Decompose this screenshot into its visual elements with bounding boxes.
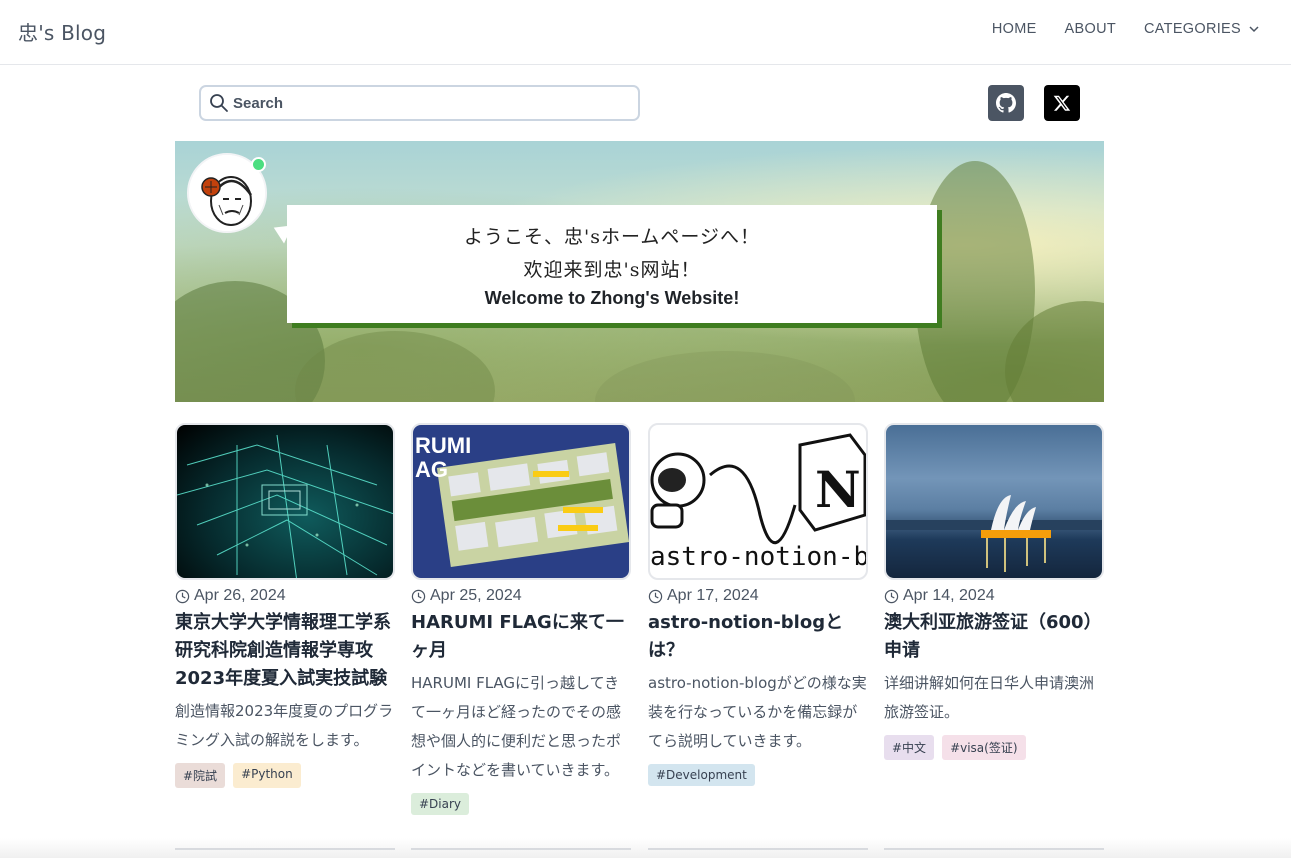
nav-categories-dropdown[interactable]: CATEGORIES: [1144, 21, 1259, 37]
post-title[interactable]: astro-notion-blogとは？: [648, 609, 868, 665]
post-thumbnail[interactable]: [175, 423, 395, 580]
x-icon: [1053, 95, 1071, 111]
tag-chip[interactable]: #visa(签证): [942, 735, 1026, 760]
post-card[interactable]: RUMI AG Apr 25, 2024 HARUMI FLAGに来て一ヶ月 H…: [411, 423, 631, 815]
svg-text:RUMI: RUMI: [415, 433, 471, 458]
search-box[interactable]: [199, 85, 640, 121]
post-description: 創造情報2023年度夏のプログラミング入試の解説をします。: [175, 702, 394, 749]
github-button[interactable]: [988, 85, 1024, 121]
post-card[interactable]: Apr 14, 2024 澳大利亚旅游签证（600）申请 详细讲解如何在日华人申…: [884, 423, 1104, 760]
post-date: Apr 17, 2024: [648, 587, 868, 605]
post-date-text: Apr 17, 2024: [667, 587, 759, 604]
post-tags: #Diary: [411, 793, 631, 815]
github-icon: [996, 93, 1016, 113]
top-navbar: 忠's Blog HOME ABOUT CATEGORIES: [0, 0, 1291, 65]
bottom-fade: [0, 838, 1291, 858]
harumi-flag-map-image: RUMI AG: [415, 433, 629, 568]
post-description: HARUMI FLAGに引っ越してきて一ヶ月ほど経ったのでその感想や個人的に便利…: [411, 674, 622, 779]
post-thumbnail[interactable]: N astro-notion-bl: [648, 423, 868, 580]
welcome-english: Welcome to Zhong's Website!: [484, 288, 740, 308]
clock-icon: [884, 589, 899, 603]
post-date-text: Apr 26, 2024: [194, 587, 286, 604]
svg-text:astro-notion-bl: astro-notion-bl: [650, 542, 868, 572]
tag-chip[interactable]: #Development: [648, 764, 755, 786]
site-brand[interactable]: 忠's Blog: [18, 17, 106, 46]
post-description: astro-notion-blogがどの様な実装を行なっているかを備忘録がてら説…: [648, 674, 867, 750]
tag-chip[interactable]: #Diary: [411, 793, 470, 815]
tree-decoration: [295, 331, 495, 402]
post-date: Apr 25, 2024: [411, 587, 631, 605]
x-button[interactable]: [1044, 85, 1080, 121]
svg-text:N: N: [815, 460, 861, 519]
post-tags: #中文 #visa(签证): [884, 735, 1104, 760]
clock-icon: [175, 589, 190, 603]
hero-banner: ようこそ、忠'sホームページへ！ 欢迎来到忠's网站！ Welcome to Z…: [175, 141, 1104, 402]
astronaut-notion-image: N astro-notion-bl: [650, 433, 868, 572]
post-card[interactable]: Apr 26, 2024 東京大学大学情報理工学系研究科院創造情報学専攻2023…: [175, 423, 395, 788]
nav-categories-label: CATEGORIES: [1144, 21, 1241, 37]
clock-icon: [411, 589, 426, 603]
post-date: Apr 26, 2024: [175, 587, 395, 605]
nav-links: HOME ABOUT CATEGORIES: [992, 21, 1259, 37]
chevron-down-icon: [1249, 26, 1259, 33]
nav-about-link[interactable]: ABOUT: [1065, 21, 1116, 37]
post-date-text: Apr 25, 2024: [430, 587, 522, 604]
post-date: Apr 14, 2024: [884, 587, 1104, 605]
welcome-chinese: 欢迎来到忠's网站！: [523, 259, 701, 281]
post-title[interactable]: HARUMI FLAGに来て一ヶ月: [411, 609, 631, 665]
search-icon: [210, 94, 228, 112]
tag-chip[interactable]: #Python: [233, 763, 301, 788]
post-description: 详细讲解如何在日华人申请澳洲旅游签证。: [884, 674, 1095, 721]
svg-text:AG: AG: [415, 457, 448, 482]
clock-icon: [648, 589, 663, 603]
post-thumbnail[interactable]: RUMI AG: [411, 423, 631, 580]
post-date-text: Apr 14, 2024: [903, 587, 995, 604]
tag-chip[interactable]: #中文: [884, 735, 935, 760]
post-title[interactable]: 澳大利亚旅游签证（600）申请: [884, 609, 1104, 665]
post-card[interactable]: N astro-notion-bl Apr 17, 2024 astro-not…: [648, 423, 868, 786]
circuit-board-image: [177, 434, 393, 578]
search-input[interactable]: [233, 94, 613, 112]
post-thumbnail[interactable]: [884, 423, 1104, 580]
welcome-speech-bubble: ようこそ、忠'sホームページへ！ 欢迎来到忠's网站！ Welcome to Z…: [287, 205, 937, 323]
post-tags: #院試 #Python: [175, 763, 395, 788]
nav-home-link[interactable]: HOME: [992, 21, 1037, 37]
tree-decoration: [595, 351, 855, 402]
post-tags: #Development: [648, 764, 868, 786]
sydney-opera-house-image: [886, 495, 1102, 572]
welcome-japanese: ようこそ、忠'sホームページへ！: [463, 226, 761, 248]
online-status-dot: [251, 157, 266, 172]
post-title[interactable]: 東京大学大学情報理工学系研究科院創造情報学専攻2023年度夏入試実技試験: [175, 609, 395, 693]
tag-chip[interactable]: #院試: [175, 763, 226, 788]
